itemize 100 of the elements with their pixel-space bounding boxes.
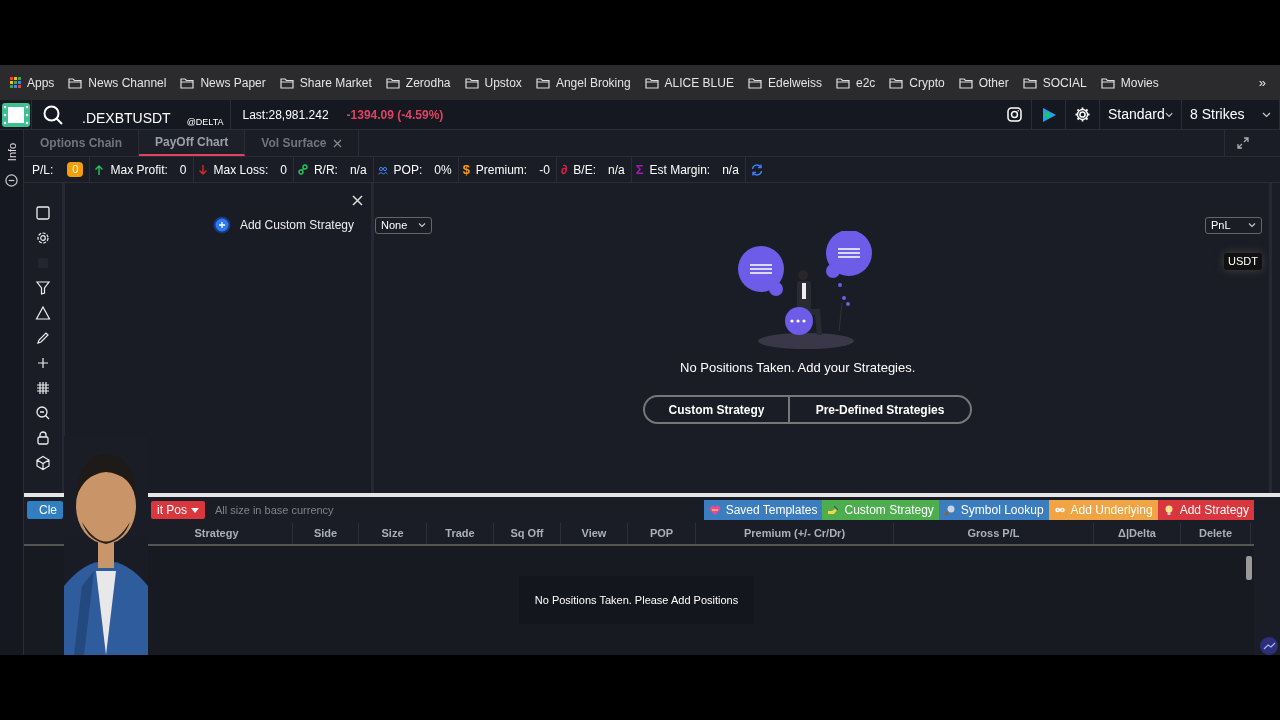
metric-dropdown[interactable]: PnL (1205, 217, 1262, 234)
empty-table-message: No Positions Taken. Please Add Positions (519, 576, 754, 624)
chevron-icon (1248, 223, 1256, 228)
folder-icon (836, 76, 850, 89)
column-header: Δ|Delta (1094, 523, 1181, 544)
folder-icon (535, 76, 550, 89)
toolbar-button[interactable]: Cle (27, 501, 63, 519)
stat-value: 0 (179, 161, 187, 179)
stat-label: Max Loss: (213, 161, 269, 179)
bookmark-folder[interactable]: Crypto (909, 73, 945, 92)
tab[interactable]: Vol Surface (245, 130, 359, 156)
strategy-button[interactable]: Custom Strategy (645, 397, 790, 422)
stat-value: n/a (722, 161, 739, 179)
column-header: View (561, 523, 628, 544)
search-icon[interactable] (43, 104, 63, 125)
mode-dropdown[interactable]: Standard (1100, 100, 1182, 129)
folder-icon (1022, 76, 1037, 89)
chart-trend-icon[interactable] (1260, 637, 1278, 655)
chevron-icon (418, 223, 426, 228)
strikes-dropdown[interactable]: 8 Strikes (1182, 100, 1280, 129)
folder-icon (68, 76, 83, 89)
filter-icon[interactable] (35, 280, 51, 296)
play-logo-icon[interactable] (1040, 106, 1057, 123)
square-icon[interactable] (35, 205, 51, 221)
folder-icon (958, 76, 973, 89)
bookmark-folder[interactable]: Share Market (299, 73, 372, 92)
up-arrow-icon (94, 163, 105, 176)
stat-value: 0% (434, 161, 452, 179)
app-logo-icon[interactable] (0, 101, 31, 128)
stat-symbol-icon: ∂ (560, 159, 568, 180)
add-custom-strategy-link[interactable]: Add Custom Strategy (239, 216, 354, 234)
hand-icon (827, 504, 840, 516)
folder-icon (385, 76, 400, 89)
lock-icon[interactable] (35, 430, 51, 446)
bookmark-folder[interactable]: News Paper (200, 73, 266, 92)
stat-label: B/E: (573, 161, 596, 179)
bookmark-folder[interactable]: Movies (1120, 73, 1159, 92)
empty-state-message: No Positions Taken. Add your Strategies. (680, 359, 916, 377)
folder-icon (279, 76, 294, 89)
stat-label: POP: (393, 161, 423, 179)
folder-icon (1100, 76, 1115, 89)
filter-dropdown[interactable]: None (375, 217, 432, 234)
stat-symbol-icon: $ (462, 159, 470, 180)
bookmark-folder[interactable]: Other (978, 73, 1009, 92)
tab[interactable]: PayOff Chart (139, 130, 246, 156)
action-button[interactable]: Saved Templates (703, 500, 823, 520)
exchange-label: @DELTA (186, 115, 224, 129)
column-header: POP (628, 523, 696, 544)
action-button[interactable]: Add Strategy (1157, 500, 1254, 520)
gear-icon[interactable] (35, 230, 51, 246)
action-button[interactable]: Symbol Lookup (938, 500, 1049, 520)
camera-icon[interactable] (1007, 107, 1022, 122)
add-icon[interactable] (212, 216, 231, 234)
toolbar-button[interactable]: it Pos (151, 501, 205, 519)
more-bookmarks-button[interactable]: » (1258, 72, 1266, 93)
down-arrow-icon (197, 163, 208, 176)
column-header: Gross P/L (894, 523, 1094, 544)
stat-value: 0 (280, 161, 287, 179)
zoom-out-icon[interactable] (35, 405, 51, 421)
column-header: Delete (1181, 523, 1251, 544)
strategy-button[interactable]: Pre-Defined Strategies (790, 397, 970, 422)
bookmark-folder[interactable]: Edelweiss (767, 73, 822, 92)
bookmark-folder[interactable]: Zerodha (405, 73, 451, 92)
folder-icon (464, 76, 479, 89)
bookmark-folder[interactable]: SOCIAL (1042, 73, 1087, 92)
bookmark-link[interactable]: Apps (27, 73, 55, 92)
refresh-icon[interactable] (749, 162, 764, 177)
column-header: Sq Off (494, 523, 561, 544)
last-price: Last:28,981.242 (242, 106, 329, 124)
bookmark-folder[interactable]: Upstox (484, 73, 522, 92)
column-header: Trade (427, 523, 494, 544)
price-change: -1394.09 (-4.59%) (346, 106, 444, 124)
stat-label: R/R: (313, 161, 338, 179)
scrollbar-thumb[interactable] (1246, 556, 1252, 580)
info-icon[interactable] (5, 174, 18, 187)
symbol-name[interactable]: .DEXBTUSDT (82, 108, 171, 129)
grid-icon[interactable] (35, 380, 51, 396)
chevron-icon (1262, 111, 1271, 118)
bookmark-folder[interactable]: Angel Broking (555, 73, 631, 92)
chevron-icon (1164, 111, 1173, 118)
stat-value: n/a (349, 161, 367, 179)
stat-value: -0 (539, 161, 550, 179)
pencil-icon[interactable] (35, 330, 51, 346)
expand-icon[interactable] (1235, 136, 1250, 150)
settings-icon[interactable] (1074, 106, 1091, 123)
apps-grid-icon[interactable] (10, 77, 21, 88)
bookmark-folder[interactable]: ALICE BLUE (664, 73, 734, 92)
column-header: Premium (+/- Cr/Dr) (696, 523, 894, 544)
cube-icon[interactable] (35, 455, 51, 471)
plus-icon[interactable] (35, 355, 51, 371)
bookmark-folder[interactable]: e2c (856, 73, 876, 92)
stat-label: Est Margin: (649, 161, 711, 179)
heart-icon (708, 504, 721, 516)
stat-label: Max Profit: (110, 161, 168, 179)
column-header: Side (293, 523, 359, 544)
currency-tag: USDT (1224, 253, 1262, 270)
triangle-icon[interactable] (35, 305, 51, 321)
bookmark-folder[interactable]: News Channel (88, 73, 167, 92)
folder-icon (747, 76, 762, 89)
note-text: All size in base currency (215, 502, 334, 518)
